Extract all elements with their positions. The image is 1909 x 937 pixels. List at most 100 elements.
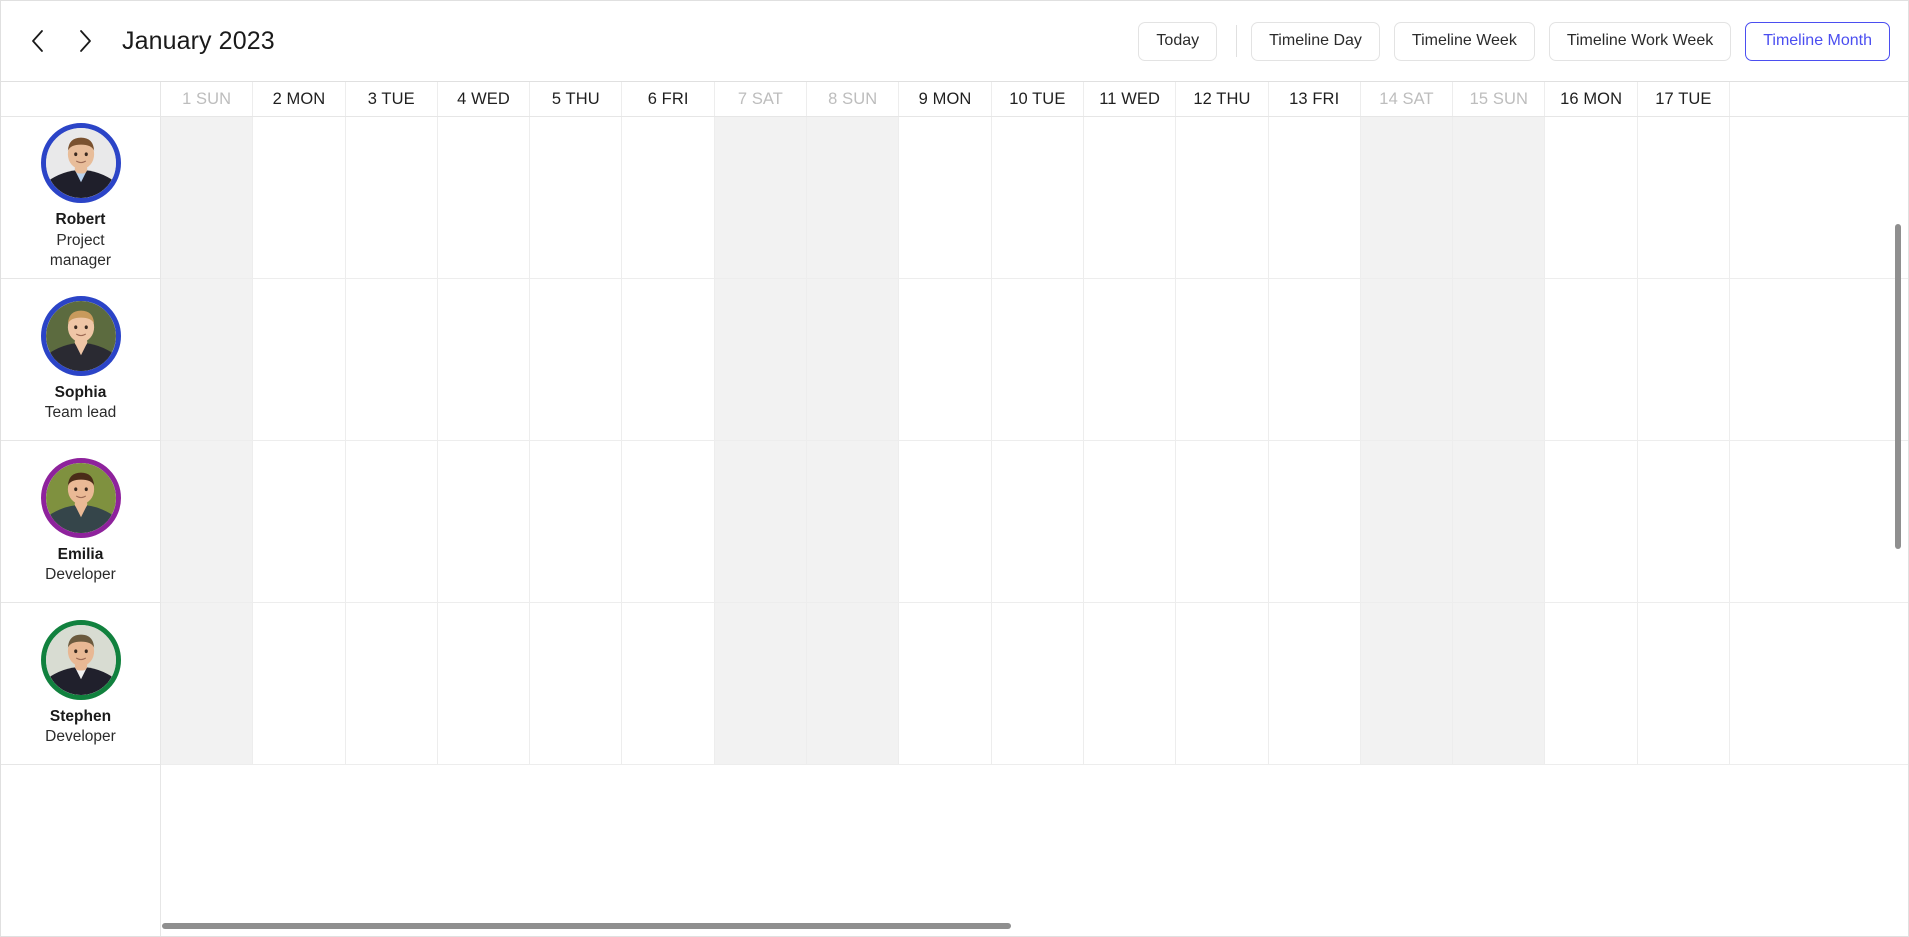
date-header-cell[interactable]: 13 FRI — [1268, 82, 1361, 116]
timeline-cell[interactable] — [1268, 603, 1361, 764]
vertical-scrollbar-thumb[interactable] — [1895, 224, 1901, 549]
timeline-cell[interactable] — [899, 279, 992, 440]
timeline-cell[interactable] — [253, 279, 346, 440]
timeline-cell[interactable] — [714, 279, 808, 440]
timeline-cell[interactable] — [1637, 441, 1731, 602]
timeline-cell[interactable] — [899, 441, 992, 602]
date-header-cell[interactable]: 10 TUE — [991, 82, 1084, 116]
timeline-cell[interactable] — [714, 603, 808, 764]
date-header-cell[interactable]: 1 SUN — [161, 82, 254, 116]
date-header-cell[interactable]: 7 SAT — [714, 82, 808, 116]
tab-timeline-work-week[interactable]: Timeline Work Week — [1548, 21, 1732, 61]
timeline-cell[interactable] — [345, 603, 438, 764]
timeline-cell[interactable] — [1360, 441, 1454, 602]
timeline-cell[interactable] — [899, 603, 992, 764]
timeline-cell[interactable] — [253, 441, 346, 602]
timeline-cell[interactable] — [1637, 279, 1731, 440]
resource-row-header[interactable]: Robert Project manager — [1, 117, 160, 279]
horizontal-scrollbar-thumb[interactable] — [162, 923, 1011, 929]
date-header-cell[interactable]: 6 FRI — [622, 82, 715, 116]
date-header-cell[interactable]: 8 SUN — [807, 82, 900, 116]
timeline-cell[interactable] — [622, 117, 715, 278]
timeline-cell[interactable] — [991, 117, 1084, 278]
timeline-cell[interactable] — [807, 117, 900, 278]
timeline-cell[interactable] — [161, 117, 254, 278]
date-header-cell[interactable]: 12 THU — [1176, 82, 1269, 116]
timeline-cell[interactable] — [1360, 603, 1454, 764]
timeline-cell[interactable] — [437, 117, 531, 278]
previous-period-button[interactable] — [23, 26, 51, 56]
timeline-cell[interactable] — [1083, 279, 1177, 440]
timeline-cell[interactable] — [991, 603, 1084, 764]
timeline-cell[interactable] — [345, 117, 438, 278]
timeline-cell[interactable] — [437, 441, 531, 602]
timeline-cell[interactable] — [1453, 603, 1546, 764]
timeline-cell[interactable] — [991, 441, 1084, 602]
timeline-cell[interactable] — [1637, 603, 1731, 764]
tab-timeline-week[interactable]: Timeline Week — [1393, 21, 1535, 61]
timeline-cell[interactable] — [530, 441, 623, 602]
resource-row-header[interactable]: Sophia Team lead — [1, 279, 160, 441]
timeline-cell[interactable] — [1176, 279, 1269, 440]
timeline-cell[interactable] — [1176, 441, 1269, 602]
timeline-cell[interactable] — [161, 441, 254, 602]
resource-row-header[interactable]: Emilia Developer — [1, 441, 160, 603]
timeline-cell[interactable] — [530, 117, 623, 278]
timeline-cell[interactable] — [345, 441, 438, 602]
date-header-cell[interactable]: 15 SUN — [1453, 82, 1546, 116]
timeline-cell[interactable] — [714, 117, 808, 278]
date-header-cell[interactable]: 11 WED — [1083, 82, 1177, 116]
timeline-cell[interactable] — [1083, 603, 1177, 764]
timeline-cell[interactable] — [1453, 117, 1546, 278]
timeline-cell[interactable] — [345, 279, 438, 440]
timeline-cell[interactable] — [530, 603, 623, 764]
today-button[interactable]: Today — [1138, 21, 1218, 61]
timeline-cell[interactable] — [622, 279, 715, 440]
horizontal-scrollbar[interactable] — [162, 919, 1894, 933]
timeline-cell[interactable] — [714, 441, 808, 602]
timeline-cell[interactable] — [1176, 117, 1269, 278]
date-header-cell[interactable]: 2 MON — [253, 82, 346, 116]
resource-row-header[interactable]: Stephen Developer — [1, 603, 160, 765]
timeline-cell[interactable] — [899, 117, 992, 278]
timeline-cell[interactable] — [1637, 117, 1731, 278]
timeline-cell[interactable] — [1545, 441, 1638, 602]
timeline-cell[interactable] — [622, 441, 715, 602]
timeline-cell[interactable] — [1360, 279, 1454, 440]
timeline-cell[interactable] — [807, 603, 900, 764]
date-header-cell[interactable]: 17 TUE — [1637, 82, 1731, 116]
date-header-cell[interactable]: 4 WED — [437, 82, 531, 116]
timeline-cell[interactable] — [1083, 117, 1177, 278]
timeline-cell[interactable] — [1176, 603, 1269, 764]
timeline-cell[interactable] — [161, 603, 254, 764]
timeline-cell[interactable] — [807, 441, 900, 602]
timeline-cell[interactable] — [1268, 441, 1361, 602]
timeline-cell[interactable] — [1545, 603, 1638, 764]
timeline-cell[interactable] — [1360, 117, 1454, 278]
date-header-cell[interactable]: 3 TUE — [345, 82, 438, 116]
timeline-cell[interactable] — [1268, 279, 1361, 440]
date-header-cell[interactable]: 14 SAT — [1360, 82, 1454, 116]
timeline-cell[interactable] — [1083, 441, 1177, 602]
tab-timeline-month[interactable]: Timeline Month — [1745, 21, 1890, 61]
timeline-cell[interactable] — [1268, 117, 1361, 278]
timeline-cell[interactable] — [622, 603, 715, 764]
timeline-cell[interactable] — [161, 279, 254, 440]
timeline-cell[interactable] — [1453, 441, 1546, 602]
timeline-cell[interactable] — [253, 603, 346, 764]
timeline-cell[interactable] — [1453, 279, 1546, 440]
date-header-cell[interactable]: 16 MON — [1545, 82, 1638, 116]
timeline-cell[interactable] — [437, 279, 531, 440]
timeline-cell[interactable] — [253, 117, 346, 278]
timeline-cell[interactable] — [1545, 279, 1638, 440]
next-period-button[interactable] — [71, 26, 99, 56]
date-header-cell[interactable]: 5 THU — [530, 82, 623, 116]
date-header-cell[interactable]: 9 MON — [899, 82, 992, 116]
timeline-cell[interactable] — [991, 279, 1084, 440]
timeline-cell[interactable] — [437, 603, 531, 764]
timeline-viewport[interactable] — [161, 117, 1908, 936]
timeline-cell[interactable] — [807, 279, 900, 440]
timeline-cell[interactable] — [1545, 117, 1638, 278]
timeline-cell[interactable] — [530, 279, 623, 440]
tab-timeline-day[interactable]: Timeline Day — [1251, 21, 1380, 61]
